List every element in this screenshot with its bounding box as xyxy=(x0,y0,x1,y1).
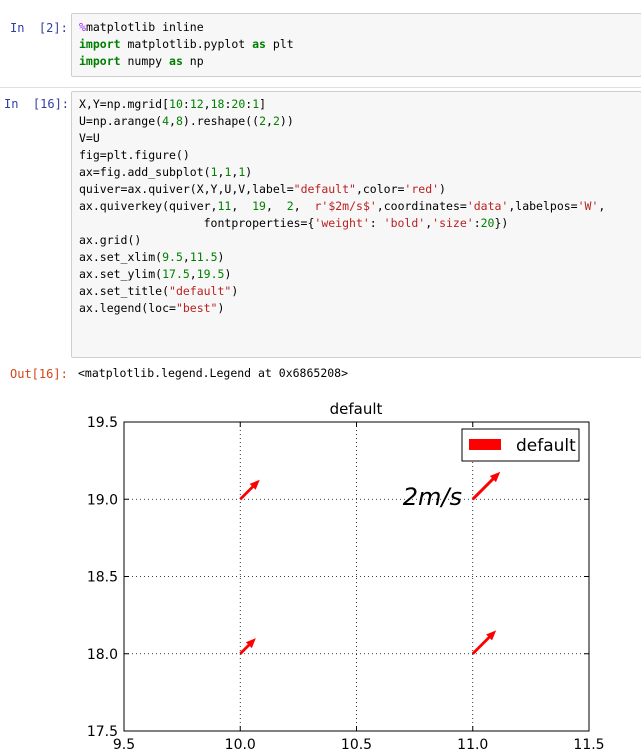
legend-label: default xyxy=(516,436,576,456)
code-cell[interactable]: X,Y=np.mgrid[10:12,18:20:1] U=np.arange(4… xyxy=(71,91,641,358)
quiver-arrow xyxy=(471,630,497,655)
legend-swatch xyxy=(469,439,501,450)
quiver-arrow xyxy=(239,638,256,655)
y-tick-label: 19.0 xyxy=(87,492,118,508)
x-tick-label: 10.5 xyxy=(341,737,372,753)
code-line: ax.set_ylim(17.5,19.5) xyxy=(79,267,232,281)
quiver-arrow xyxy=(239,479,260,501)
code-line: ax.set_xlim(9.5,11.5) xyxy=(79,250,225,264)
quiverkey-label: 2m/s xyxy=(403,483,462,511)
code-line: import matplotlib.pyplot as plt xyxy=(79,37,294,51)
y-tick-label: 19.5 xyxy=(87,415,118,431)
code-editor[interactable]: %matplotlib inline import matplotlib.pypl… xyxy=(79,19,294,70)
code-line: fontproperties={'weight': 'bold','size':… xyxy=(79,216,509,230)
code-line: U=np.arange(4,8).reshape((2,2)) xyxy=(79,114,294,128)
y-tick-label: 18.0 xyxy=(87,647,118,663)
cell-divider xyxy=(0,87,641,88)
legend: default xyxy=(461,428,580,462)
code-line: ax.grid() xyxy=(79,233,142,247)
quiverkey-arrow-shape xyxy=(471,471,501,501)
code-line: X,Y=np.mgrid[10:12,18:20:1] xyxy=(79,97,267,111)
input-prompt: In [16]: xyxy=(4,97,70,111)
axis-ticks: 9.5 10.0 10.5 11.0 11.517.518.018.519.019.5 xyxy=(87,415,605,753)
quiver-chart: default 9.5 10.0 10.5 11.0 11.517.518.018.51… xyxy=(87,400,605,753)
code-line: quiver=ax.quiver(X,Y,U,V,label="default"… xyxy=(79,182,446,196)
y-tick-label: 17.5 xyxy=(87,724,118,740)
x-tick-label: 10.0 xyxy=(225,737,256,753)
code-line: fig=plt.figure() xyxy=(79,148,190,162)
code-line: import numpy as np xyxy=(79,54,204,68)
quiverkey: 2m/s xyxy=(403,471,501,511)
x-tick-label: 11.0 xyxy=(457,737,488,753)
code-line: ax.legend(loc="best") xyxy=(79,301,225,315)
code-line: ax=fig.add_subplot(1,1,1) xyxy=(79,165,253,179)
code-line: ax.quiverkey(quiver,11, 19, 2, r'$2m/s$'… xyxy=(79,199,606,213)
code-line: V=U xyxy=(79,131,100,145)
grid-lines xyxy=(124,422,589,731)
code-cell[interactable]: %matplotlib inline import matplotlib.pypl… xyxy=(71,13,641,77)
code-line: ax.set_title("default") xyxy=(79,284,239,298)
code-line: %matplotlib inline xyxy=(79,20,204,34)
x-tick-label: 11.5 xyxy=(573,737,604,753)
code-editor[interactable]: X,Y=np.mgrid[10:12,18:20:1] U=np.arange(4… xyxy=(79,96,605,317)
y-tick-label: 18.5 xyxy=(87,570,118,586)
quiverkey-arrow xyxy=(471,471,501,501)
chart-title: default xyxy=(330,400,383,418)
input-prompt: In [2]: xyxy=(10,21,68,35)
